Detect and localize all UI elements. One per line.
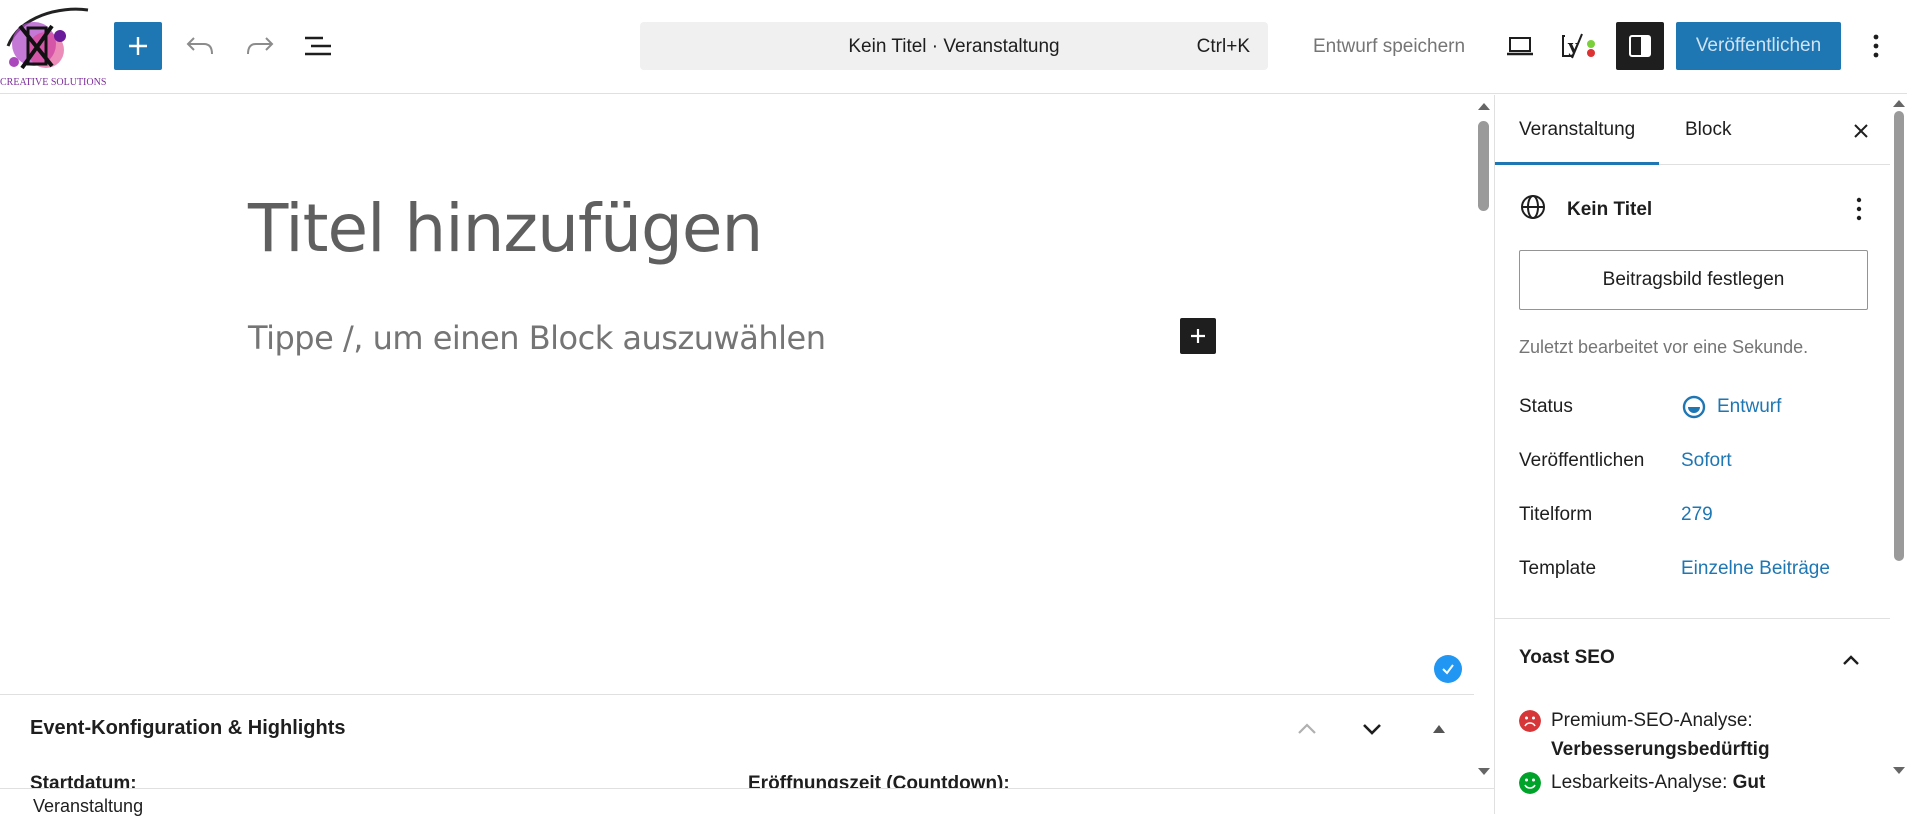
document-title: Kein Titel · Veranstaltung xyxy=(848,36,1060,57)
settings-sidebar: Veranstaltung Block Kein Titel Beitragsb… xyxy=(1494,95,1907,814)
publish-label: Veröffentlichen xyxy=(1519,450,1645,471)
template-row: Template Einzelne Beiträge xyxy=(1519,554,1879,584)
undo-icon xyxy=(186,37,213,55)
options-menu-button[interactable] xyxy=(1852,22,1900,70)
publish-button[interactable]: Veröffentlichen xyxy=(1676,22,1841,70)
title-form-value[interactable]: 279 xyxy=(1681,504,1713,526)
editor-scrollbar[interactable] xyxy=(1474,95,1494,785)
sidebar-icon xyxy=(1629,35,1651,57)
seo-analysis-item: Premium-SEO-Analyse: Verbesserungsbedürf… xyxy=(1519,706,1879,766)
chevron-up-icon xyxy=(1843,655,1859,665)
post-actions-button[interactable] xyxy=(1839,189,1879,229)
undo-button[interactable] xyxy=(176,22,224,70)
block-placeholder[interactable]: Tippe /, um einen Block auszuwählen xyxy=(248,319,826,357)
add-block-button[interactable] xyxy=(114,22,162,70)
logo-text: CREATIVE SOLUTIONS xyxy=(0,77,107,88)
globe-icon xyxy=(1521,195,1545,219)
preview-button[interactable] xyxy=(1496,22,1544,70)
yoast-icon: y xyxy=(1562,33,1595,59)
panel-divider xyxy=(1495,618,1890,619)
scrollbar-thumb[interactable] xyxy=(1894,111,1904,561)
desktop-preview-icon xyxy=(1507,37,1533,56)
post-title-input[interactable]: Titel hinzufügen xyxy=(248,190,763,267)
tab-veranstaltung[interactable]: Veranstaltung xyxy=(1495,95,1660,165)
yoast-panel-title[interactable]: Yoast SEO xyxy=(1519,647,1615,669)
template-value[interactable]: Einzelne Beiträge xyxy=(1681,558,1830,580)
last-edited-text: Zuletzt bearbeitet vor eine Sekunde. xyxy=(1519,337,1809,357)
post-title: Kein Titel xyxy=(1567,199,1653,220)
sidebar-tabs: Veranstaltung Block xyxy=(1495,95,1890,165)
yoast-panel-toggle[interactable] xyxy=(1831,640,1871,680)
list-view-icon xyxy=(305,36,331,56)
move-down-button[interactable] xyxy=(1352,709,1392,749)
publish-value[interactable]: Sofort xyxy=(1681,450,1732,472)
happy-face-icon xyxy=(1519,772,1541,794)
status-value[interactable]: Entwurf xyxy=(1717,396,1781,418)
toggle-panel-button[interactable] xyxy=(1419,709,1459,749)
readability-value: Gut xyxy=(1732,772,1766,793)
draft-status-icon xyxy=(1682,395,1706,419)
readability-analysis-item: Lesbarkeits-Analyse: Gut xyxy=(1519,768,1879,798)
scroll-up-icon xyxy=(1893,100,1905,107)
more-vertical-icon xyxy=(1873,34,1879,58)
more-vertical-icon xyxy=(1856,197,1862,221)
editor-canvas: Titel hinzufügen Tippe /, um einen Block… xyxy=(0,95,1494,694)
chevron-down-icon xyxy=(1363,724,1381,735)
status-row: Status Entwurf xyxy=(1519,392,1879,422)
scroll-down-icon xyxy=(1893,767,1905,774)
status-label: Status xyxy=(1519,396,1573,417)
seo-analysis-label: Premium-SEO-Analyse: xyxy=(1551,710,1753,731)
seo-analysis-value: Verbesserungsbedürftig xyxy=(1551,739,1770,760)
sidebar-scrollbar[interactable] xyxy=(1890,95,1907,814)
move-up-button[interactable] xyxy=(1287,709,1327,749)
metabox-title: Event-Konfiguration & Highlights xyxy=(30,717,346,739)
save-draft-button[interactable]: Entwurf speichern xyxy=(1313,36,1465,58)
post-summary: Kein Titel xyxy=(1519,189,1879,229)
inline-add-block-button[interactable] xyxy=(1180,318,1216,354)
plus-icon xyxy=(1191,329,1205,343)
shortcut-hint: Ctrl+K xyxy=(1196,36,1250,57)
scroll-down-icon xyxy=(1478,768,1490,775)
checkmark-icon xyxy=(1442,664,1454,675)
plus-icon xyxy=(129,37,147,55)
publish-row: Veröffentlichen Sofort xyxy=(1519,446,1879,476)
sad-face-icon xyxy=(1519,710,1541,732)
title-form-label: Titelform xyxy=(1519,504,1593,525)
editor-header: CREATIVE SOLUTIONS Kein Titel · Veransta… xyxy=(0,0,1907,94)
yoast-button[interactable]: y xyxy=(1556,22,1604,70)
chevron-up-icon xyxy=(1298,723,1316,734)
redo-icon xyxy=(247,37,274,55)
tab-block[interactable]: Block xyxy=(1685,95,1731,165)
check-badge[interactable] xyxy=(1434,655,1462,683)
document-overview-button[interactable] xyxy=(294,22,342,70)
template-label: Template xyxy=(1519,558,1597,579)
command-palette-button[interactable]: Kein Titel · Veranstaltung Ctrl+K xyxy=(640,22,1268,70)
redo-button[interactable] xyxy=(236,22,284,70)
close-sidebar-button[interactable] xyxy=(1841,111,1881,151)
readability-label: Lesbarkeits-Analyse: xyxy=(1551,772,1728,793)
set-featured-image-button[interactable]: Beitragsbild festlegen xyxy=(1519,250,1868,310)
site-logo[interactable] xyxy=(0,6,92,88)
settings-sidebar-toggle[interactable] xyxy=(1616,22,1664,70)
triangle-up-icon xyxy=(1433,725,1445,733)
close-icon xyxy=(1854,124,1868,138)
block-breadcrumb-bar: Veranstaltung xyxy=(0,788,1494,816)
event-config-metabox: Event-Konfiguration & Highlights Startda… xyxy=(0,694,1474,790)
scrollbar-thumb[interactable] xyxy=(1478,121,1489,211)
scroll-up-icon xyxy=(1478,103,1490,110)
title-form-row: Titelform 279 xyxy=(1519,500,1879,530)
